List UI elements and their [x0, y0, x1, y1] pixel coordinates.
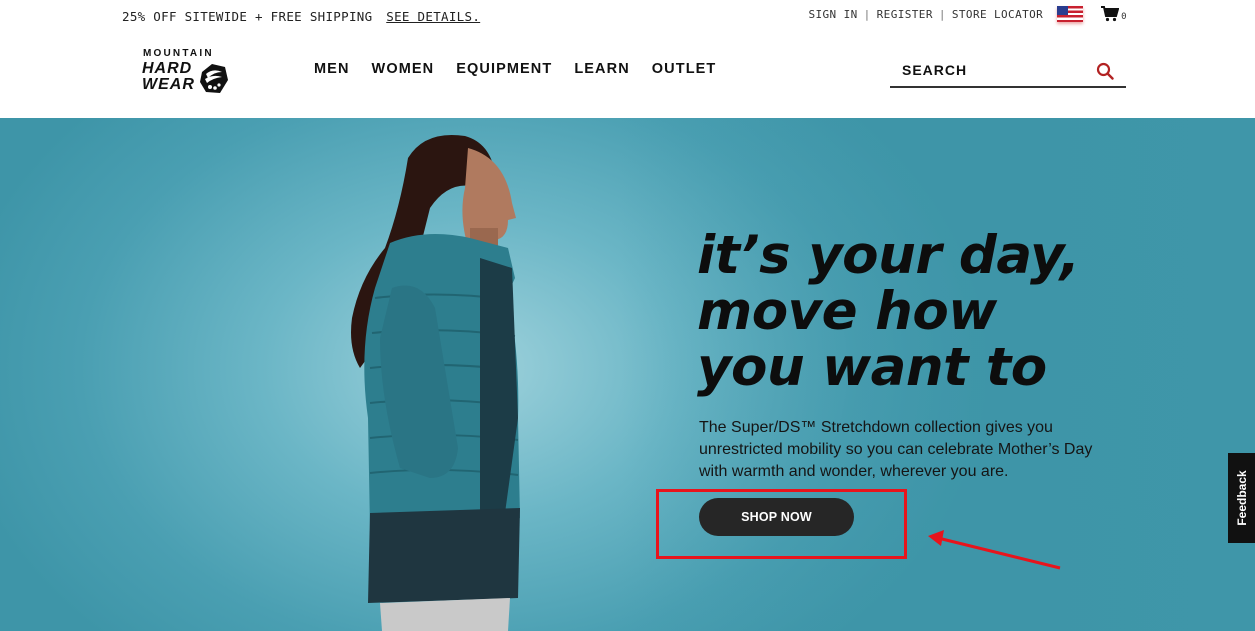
utility-nav: SIGN IN | REGISTER | STORE LOCATOR 0	[808, 6, 1127, 22]
store-locator-link[interactable]: STORE LOCATOR	[952, 8, 1043, 21]
register-link[interactable]: REGISTER	[877, 8, 933, 21]
logo-line-2: HARD	[142, 60, 193, 77]
feedback-label: Feedback	[1234, 470, 1249, 526]
nav-item-men[interactable]: MEN	[314, 61, 350, 77]
sign-in-link[interactable]: SIGN IN	[808, 8, 857, 21]
hero-banner: it’s your day, move how you want to The …	[0, 118, 1255, 631]
headline-line-1: it’s your day,	[697, 225, 1080, 286]
cart-icon	[1101, 6, 1120, 22]
search-box	[890, 56, 1126, 88]
hero-model-image	[351, 134, 520, 631]
nav-item-equipment[interactable]: EQUIPMENT	[456, 61, 552, 77]
logo-line-3: WEAR	[142, 76, 195, 93]
hero-description: The Super/DS™ Stretchdown collection giv…	[699, 419, 1093, 480]
headline-line-2: move how	[697, 281, 997, 342]
annotation-arrow-icon	[928, 530, 1061, 570]
nav-item-learn[interactable]: LEARN	[574, 61, 629, 77]
see-details-link[interactable]: SEE DETAILS.	[386, 9, 480, 24]
cart-count: 0	[1121, 12, 1127, 22]
nav-item-outlet[interactable]: OUTLET	[652, 61, 717, 77]
search-icon[interactable]	[1096, 62, 1114, 80]
headline-line-3: you want to	[697, 337, 1047, 398]
separator: |	[938, 7, 946, 21]
search-input[interactable]	[902, 60, 1092, 80]
nav-item-women[interactable]: WOMEN	[372, 61, 435, 77]
promo-bar: 25% OFF SITEWIDE + FREE SHIPPING SEE DET…	[122, 9, 480, 24]
us-flag-icon[interactable]	[1057, 6, 1084, 22]
cart-button[interactable]: 0	[1101, 6, 1127, 22]
logo-line-1: MOUNTAIN	[143, 48, 214, 59]
annotation-highlight-box	[656, 489, 907, 559]
promo-text: 25% OFF SITEWIDE + FREE SHIPPING	[122, 9, 373, 24]
feedback-tab[interactable]: Feedback	[1228, 453, 1255, 543]
main-nav: MEN WOMEN EQUIPMENT LEARN OUTLET	[314, 61, 738, 77]
brand-logo[interactable]: MOUNTAIN HARD WEAR	[142, 48, 234, 100]
logo-mark-icon	[200, 64, 228, 93]
separator: |	[863, 7, 871, 21]
hero-headline: it’s your day, move how you want to	[697, 228, 1080, 396]
